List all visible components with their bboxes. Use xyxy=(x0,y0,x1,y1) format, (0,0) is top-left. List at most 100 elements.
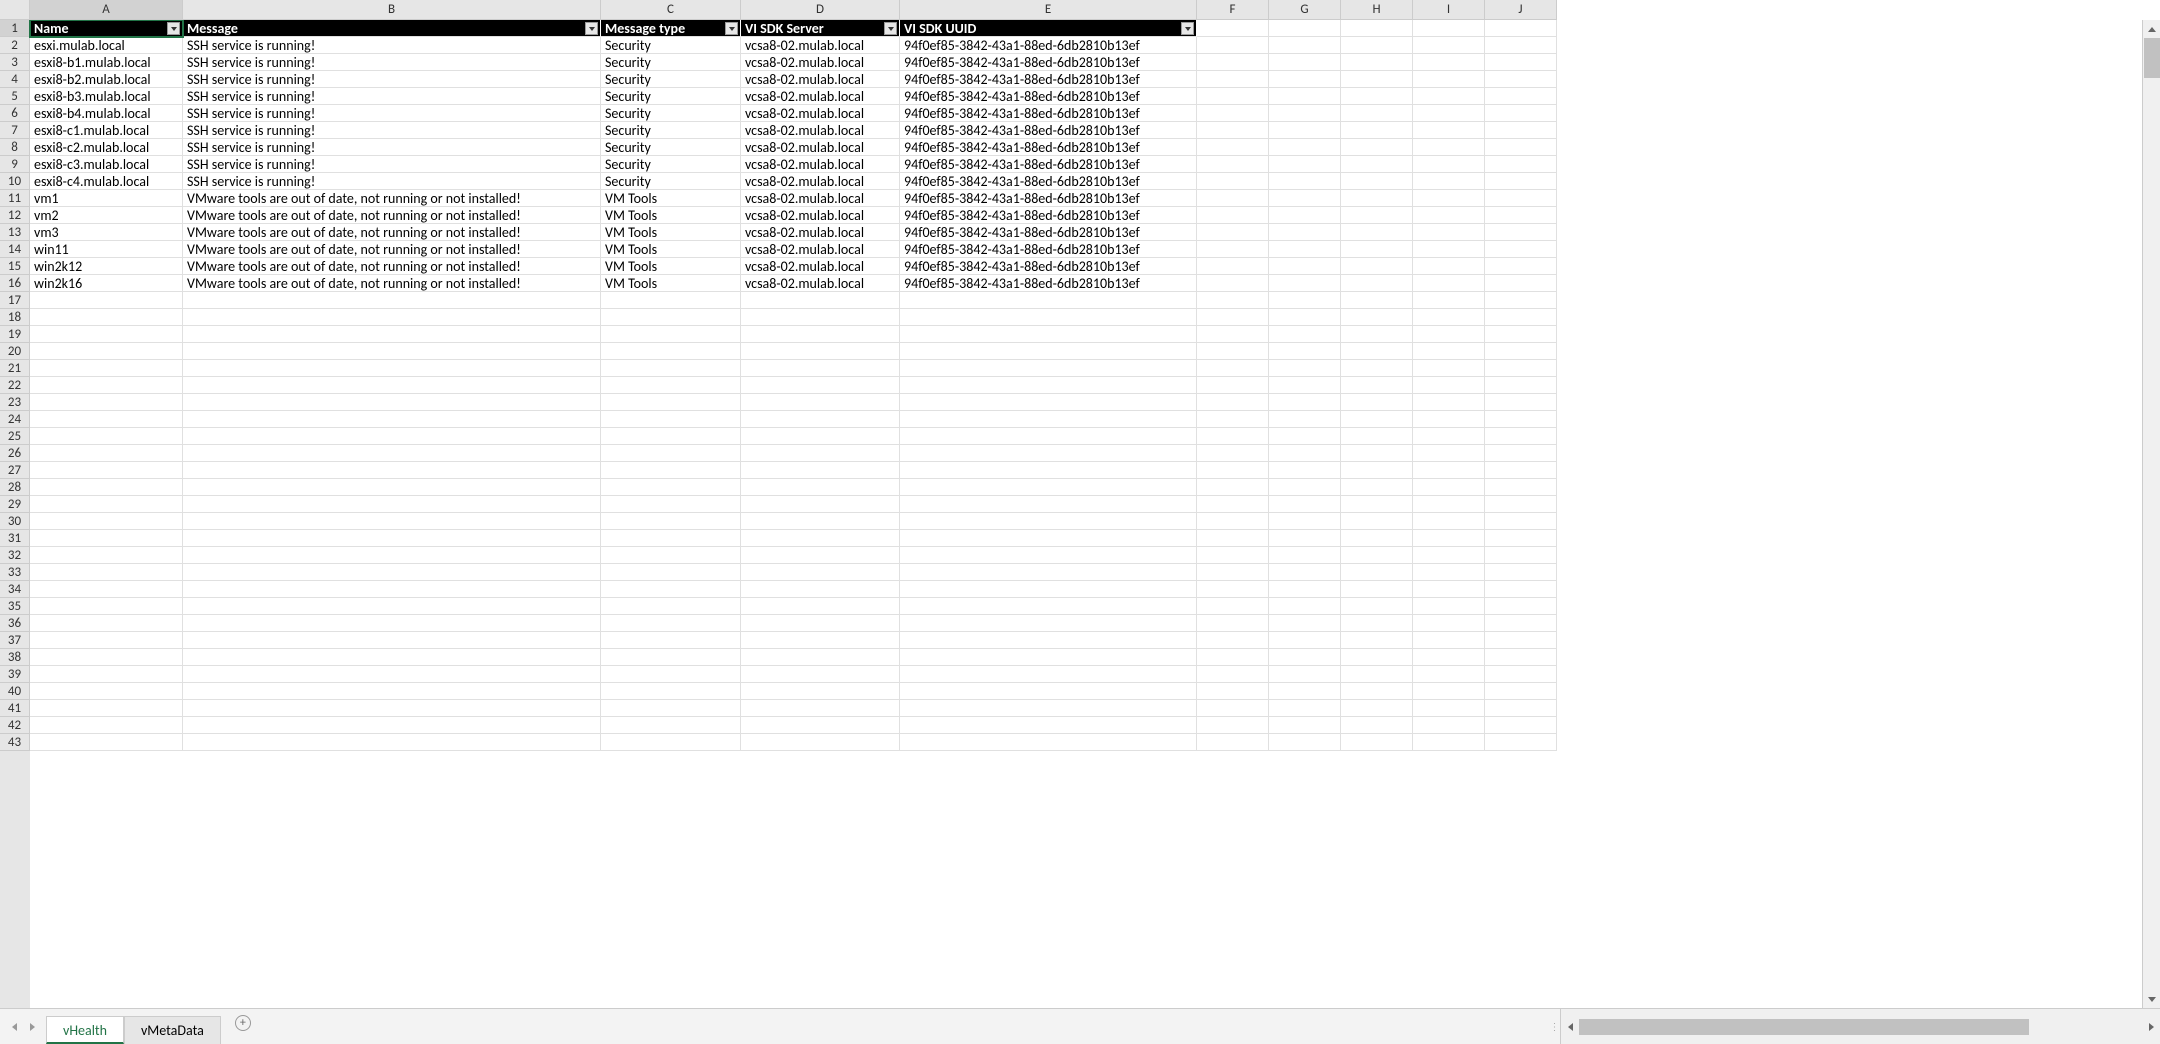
cell-E25[interactable] xyxy=(900,428,1197,445)
cell-F26[interactable] xyxy=(1197,445,1269,462)
row-header-24[interactable]: 24 xyxy=(0,411,30,428)
cell-B21[interactable] xyxy=(183,360,601,377)
cell-B28[interactable] xyxy=(183,479,601,496)
cell-F6[interactable] xyxy=(1197,105,1269,122)
cell-B4[interactable]: SSH service is running! xyxy=(183,71,601,88)
row-header-7[interactable]: 7 xyxy=(0,122,30,139)
cell-H37[interactable] xyxy=(1341,632,1413,649)
cell-H17[interactable] xyxy=(1341,292,1413,309)
filter-dropdown-icon[interactable] xyxy=(884,22,897,35)
row-header-30[interactable]: 30 xyxy=(0,513,30,530)
cell-B35[interactable] xyxy=(183,598,601,615)
cell-B22[interactable] xyxy=(183,377,601,394)
cell-I17[interactable] xyxy=(1413,292,1485,309)
cell-H28[interactable] xyxy=(1341,479,1413,496)
cell-I14[interactable] xyxy=(1413,241,1485,258)
row-header-33[interactable]: 33 xyxy=(0,564,30,581)
cell-D21[interactable] xyxy=(741,360,900,377)
cell-J18[interactable] xyxy=(1485,309,1557,326)
cell-B20[interactable] xyxy=(183,343,601,360)
row-header-19[interactable]: 19 xyxy=(0,326,30,343)
cell-G39[interactable] xyxy=(1269,666,1341,683)
cell-B14[interactable]: VMware tools are out of date, not runnin… xyxy=(183,241,601,258)
cell-E18[interactable] xyxy=(900,309,1197,326)
row-header-25[interactable]: 25 xyxy=(0,428,30,445)
cell-H19[interactable] xyxy=(1341,326,1413,343)
cell-J41[interactable] xyxy=(1485,700,1557,717)
cell-E8[interactable]: 94f0ef85-3842-43a1-88ed-6db2810b13ef xyxy=(900,139,1197,156)
cell-B18[interactable] xyxy=(183,309,601,326)
cell-F25[interactable] xyxy=(1197,428,1269,445)
cell-H1[interactable] xyxy=(1341,20,1413,37)
cell-E27[interactable] xyxy=(900,462,1197,479)
row-header-32[interactable]: 32 xyxy=(0,547,30,564)
row-header-28[interactable]: 28 xyxy=(0,479,30,496)
cell-G26[interactable] xyxy=(1269,445,1341,462)
cell-G29[interactable] xyxy=(1269,496,1341,513)
cell-D24[interactable] xyxy=(741,411,900,428)
cell-A25[interactable] xyxy=(30,428,183,445)
column-header-D[interactable]: D xyxy=(741,0,900,19)
column-header-C[interactable]: C xyxy=(601,0,741,19)
cell-H3[interactable] xyxy=(1341,54,1413,71)
cell-B5[interactable]: SSH service is running! xyxy=(183,88,601,105)
row-header-43[interactable]: 43 xyxy=(0,734,30,751)
row-header-16[interactable]: 16 xyxy=(0,275,30,292)
cell-G5[interactable] xyxy=(1269,88,1341,105)
cell-C35[interactable] xyxy=(601,598,741,615)
cell-D30[interactable] xyxy=(741,513,900,530)
cell-C7[interactable]: Security xyxy=(601,122,741,139)
cell-H40[interactable] xyxy=(1341,683,1413,700)
cell-H29[interactable] xyxy=(1341,496,1413,513)
cell-J24[interactable] xyxy=(1485,411,1557,428)
cell-E23[interactable] xyxy=(900,394,1197,411)
cell-B17[interactable] xyxy=(183,292,601,309)
cell-I15[interactable] xyxy=(1413,258,1485,275)
row-header-22[interactable]: 22 xyxy=(0,377,30,394)
cell-B33[interactable] xyxy=(183,564,601,581)
cell-F37[interactable] xyxy=(1197,632,1269,649)
row-header-40[interactable]: 40 xyxy=(0,683,30,700)
cell-F21[interactable] xyxy=(1197,360,1269,377)
cell-I12[interactable] xyxy=(1413,207,1485,224)
cell-E3[interactable]: 94f0ef85-3842-43a1-88ed-6db2810b13ef xyxy=(900,54,1197,71)
cell-I13[interactable] xyxy=(1413,224,1485,241)
cell-E35[interactable] xyxy=(900,598,1197,615)
cell-F19[interactable] xyxy=(1197,326,1269,343)
cell-G40[interactable] xyxy=(1269,683,1341,700)
cell-H38[interactable] xyxy=(1341,649,1413,666)
cell-A29[interactable] xyxy=(30,496,183,513)
cell-H9[interactable] xyxy=(1341,156,1413,173)
cell-A28[interactable] xyxy=(30,479,183,496)
cell-E37[interactable] xyxy=(900,632,1197,649)
cell-B38[interactable] xyxy=(183,649,601,666)
cell-G23[interactable] xyxy=(1269,394,1341,411)
cell-H42[interactable] xyxy=(1341,717,1413,734)
row-header-20[interactable]: 20 xyxy=(0,343,30,360)
cell-H33[interactable] xyxy=(1341,564,1413,581)
cell-G13[interactable] xyxy=(1269,224,1341,241)
filter-dropdown-icon[interactable] xyxy=(167,22,180,35)
cell-H34[interactable] xyxy=(1341,581,1413,598)
cell-C40[interactable] xyxy=(601,683,741,700)
cell-D14[interactable]: vcsa8-02.mulab.local xyxy=(741,241,900,258)
cell-G3[interactable] xyxy=(1269,54,1341,71)
cell-G17[interactable] xyxy=(1269,292,1341,309)
cell-H16[interactable] xyxy=(1341,275,1413,292)
cell-J20[interactable] xyxy=(1485,343,1557,360)
cell-F36[interactable] xyxy=(1197,615,1269,632)
cell-D12[interactable]: vcsa8-02.mulab.local xyxy=(741,207,900,224)
cell-J35[interactable] xyxy=(1485,598,1557,615)
cell-D39[interactable] xyxy=(741,666,900,683)
cell-D15[interactable]: vcsa8-02.mulab.local xyxy=(741,258,900,275)
cell-B23[interactable] xyxy=(183,394,601,411)
scroll-down-arrow-icon[interactable] xyxy=(2143,990,2160,1008)
cell-A30[interactable] xyxy=(30,513,183,530)
cell-A21[interactable] xyxy=(30,360,183,377)
cell-H41[interactable] xyxy=(1341,700,1413,717)
cell-C15[interactable]: VM Tools xyxy=(601,258,741,275)
cell-E28[interactable] xyxy=(900,479,1197,496)
cell-D1[interactable]: VI SDK Server xyxy=(741,20,900,37)
cell-F20[interactable] xyxy=(1197,343,1269,360)
cell-I16[interactable] xyxy=(1413,275,1485,292)
